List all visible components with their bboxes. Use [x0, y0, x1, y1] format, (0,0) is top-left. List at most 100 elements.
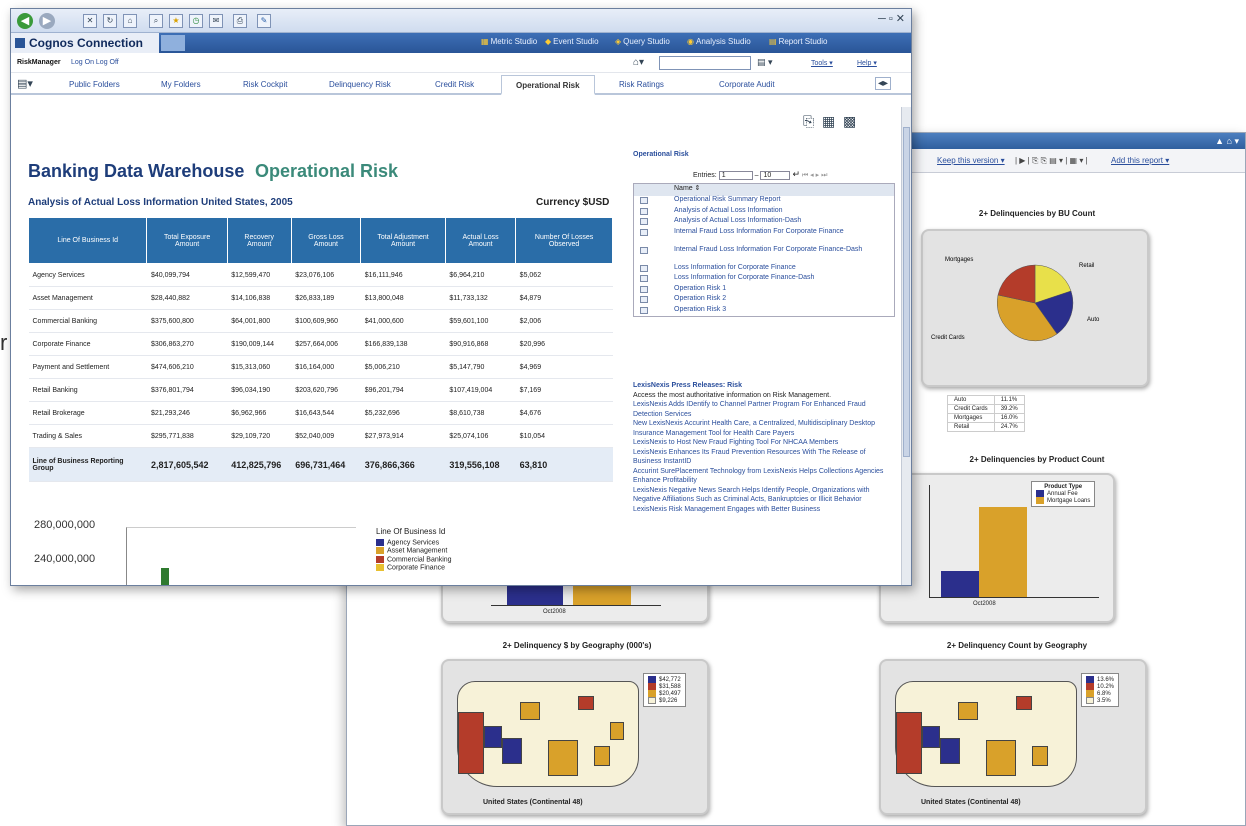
- report-list-item[interactable]: Analysis of Actual Loss Information: [634, 207, 894, 218]
- press-link[interactable]: LexisNexis Negative News Search Helps Id…: [633, 486, 895, 505]
- window-controls[interactable]: ─ ▫ ✕: [878, 12, 905, 25]
- report-list-item[interactable]: Loss Information for Corporate Finance-D…: [634, 274, 894, 285]
- table-row: Trading & Sales $295,771,838 $29,109,720 $5…: [28, 424, 613, 448]
- report-link[interactable]: Operation Risk 2: [674, 295, 726, 302]
- press-link[interactable]: LexisNexis Enhances Its Fraud Prevention…: [633, 448, 895, 467]
- report-link[interactable]: Analysis of Actual Loss Information-Dash: [674, 217, 801, 224]
- tab-risk-cockpit[interactable]: Risk Cockpit: [243, 80, 287, 89]
- value-cell: $27,973,914: [360, 424, 446, 448]
- event-studio-link[interactable]: ◆ Event Studio: [545, 37, 599, 46]
- product-bar-title: 2+ Delinquencies by Product Count: [969, 455, 1105, 464]
- analysis-studio-link[interactable]: ◉ Analysis Studio: [687, 37, 751, 46]
- refresh-icon[interactable]: ↻: [103, 14, 117, 28]
- row-label-cell: Asset Management: [28, 286, 147, 310]
- geo-amount-panel: $42,772 $31,588 $20,497 $9,226 United St…: [441, 659, 709, 815]
- tab-delinquency-risk[interactable]: Delinquency Risk: [329, 80, 391, 89]
- report-link[interactable]: Internal Fraud Loss Information For Corp…: [674, 228, 844, 235]
- scrollbar-thumb[interactable]: [903, 127, 910, 457]
- add-report-button[interactable]: Add this report ▾: [1111, 156, 1169, 165]
- report-list-item[interactable]: Operation Risk 2: [634, 295, 894, 306]
- tab-scroll-icon[interactable]: ◂▸: [875, 77, 892, 90]
- go-icon[interactable]: ↵: [792, 169, 800, 179]
- tab-public-folders[interactable]: Public Folders: [69, 80, 120, 89]
- press-link[interactable]: LexisNexis Adds IDentify to Channel Part…: [633, 400, 895, 419]
- report-list-item[interactable]: Loss Information for Corporate Finance: [634, 264, 894, 275]
- favorites-icon[interactable]: ★: [169, 14, 183, 28]
- search-icon[interactable]: ⌕: [149, 14, 163, 28]
- report-link[interactable]: Operation Risk 3: [674, 306, 726, 313]
- value-cell: $20,996: [515, 332, 613, 356]
- report-list-item[interactable]: Operation Risk 1: [634, 285, 894, 296]
- tab-credit-risk[interactable]: Credit Risk: [435, 80, 474, 89]
- keep-version-button[interactable]: Keep this version ▾: [937, 156, 1005, 165]
- forward-icon[interactable]: ▶: [39, 13, 55, 29]
- report-link[interactable]: Operational Risk Summary Report: [674, 196, 781, 203]
- value-cell: $16,111,946: [360, 263, 446, 287]
- report-list-item[interactable]: Internal Fraud Loss Information For Corp…: [634, 228, 894, 246]
- tab-corporate-audit[interactable]: Corporate Audit: [719, 80, 775, 89]
- report-studio-link[interactable]: ▤ Report Studio: [769, 37, 827, 46]
- geo-count-legend: 13.6% 10.2% 6.8% 3.5%: [1081, 673, 1120, 708]
- edit-icon[interactable]: ✎: [257, 14, 271, 28]
- press-link[interactable]: Accurint SurePlacement Technology from L…: [633, 467, 895, 486]
- pie-chart: Mortgages Retail Auto Credit Cards: [931, 257, 1100, 342]
- total-row: Line of Business Reporting Group 2,817,60…: [28, 447, 613, 482]
- report-list-item[interactable]: Internal Fraud Loss Information For Corp…: [634, 246, 894, 264]
- value-cell: $29,109,720: [227, 424, 292, 448]
- row-label-cell: Agency Services: [28, 263, 147, 287]
- value-cell: $257,664,006: [291, 332, 361, 356]
- report-icon: [640, 275, 648, 282]
- report-link[interactable]: Operation Risk 1: [674, 285, 726, 292]
- report-icon: [640, 306, 648, 314]
- report-link[interactable]: Internal Fraud Loss Information For Corp…: [674, 246, 862, 253]
- mail-icon[interactable]: ✉: [209, 14, 223, 28]
- y-tick-label: 240,000,000: [34, 553, 96, 565]
- search-options-icon[interactable]: ▤ ▾: [757, 57, 773, 68]
- help-menu[interactable]: Help ▾: [857, 59, 877, 67]
- entries-control: Entries: 1 – 10 ↵ ⏮ ◂ ▸ ⏭: [693, 169, 828, 180]
- tools-menu[interactable]: Tools ▾: [811, 59, 833, 67]
- entries-from-input[interactable]: 1: [718, 171, 753, 180]
- report-list-item[interactable]: Operational Risk Summary Report: [634, 196, 894, 207]
- query-studio-link[interactable]: ◈ Query Studio: [615, 37, 670, 46]
- home-nav-icon[interactable]: ⌂▾: [633, 57, 644, 68]
- value-cell: $96,201,794: [360, 378, 446, 402]
- tab-operational-risk[interactable]: Operational Risk: [501, 75, 595, 95]
- report-link[interactable]: Analysis of Actual Loss Information: [674, 207, 783, 214]
- back-icon[interactable]: ◀: [17, 13, 33, 29]
- report-link[interactable]: Loss Information for Corporate Finance: [674, 264, 796, 271]
- value-cell: $4,676: [515, 401, 613, 425]
- tab-risk-ratings[interactable]: Risk Ratings: [619, 80, 664, 89]
- print-icon[interactable]: ⎙: [233, 14, 247, 28]
- log-links[interactable]: Log On Log Off: [71, 59, 119, 66]
- app-title: Cognos Connection: [11, 33, 159, 53]
- report-link[interactable]: Loss Information for Corporate Finance-D…: [674, 274, 814, 281]
- stop-icon[interactable]: ✕: [83, 14, 97, 28]
- page-action-icons[interactable]: ⎘ ▦ ▩: [803, 113, 856, 130]
- map-caption-amount: United States (Continental 48): [483, 799, 583, 806]
- press-link[interactable]: New LexisNexis Accurint Health Care, a C…: [633, 419, 895, 438]
- tab-my-folders[interactable]: My Folders: [161, 80, 201, 89]
- value-cell: $64,001,800: [227, 309, 292, 333]
- tab-menu-icon[interactable]: ▤▾: [17, 77, 33, 90]
- geo-amount-title: 2+ Delinquency $ by Geography (000's): [502, 641, 652, 650]
- page-scrollbar[interactable]: [901, 107, 911, 585]
- history-icon[interactable]: ◷: [189, 14, 203, 28]
- search-input[interactable]: [659, 56, 751, 70]
- entries-to-input[interactable]: 10: [760, 171, 791, 180]
- bar-mortgage-loans: [979, 507, 1027, 597]
- toolbar-icons[interactable]: | ▶ | ⎘ ⎘ ▤ ▾ | ▦ ▾ |: [1015, 156, 1088, 166]
- name-column-header[interactable]: Name ⇕: [634, 184, 894, 196]
- home-icon[interactable]: ⌂: [123, 14, 137, 28]
- cognos-window: ◀ ▶ ✕ ↻ ⌂ ⌕ ★ ◷ ✉ ⎙ ✎ ─ ▫ ✕ Cognos Conne…: [10, 8, 912, 586]
- report-list-item[interactable]: Operation Risk 3: [634, 306, 894, 317]
- value-cell: $14,106,838: [227, 286, 292, 310]
- metric-studio-link[interactable]: ▦ Metric Studio: [481, 37, 537, 46]
- press-link[interactable]: LexisNexis Risk Management Engages with …: [633, 505, 895, 515]
- report-list-item[interactable]: Analysis of Actual Loss Information-Dash: [634, 217, 894, 228]
- pager-icon[interactable]: ⏮ ◂ ▸ ⏭: [802, 172, 827, 179]
- press-link[interactable]: LexisNexis to Host New Fraud Fighting To…: [633, 438, 895, 448]
- press-title: LexisNexis Press Releases: Risk: [633, 382, 742, 389]
- value-cell: $295,771,838: [146, 424, 228, 448]
- report-icon: [640, 285, 648, 293]
